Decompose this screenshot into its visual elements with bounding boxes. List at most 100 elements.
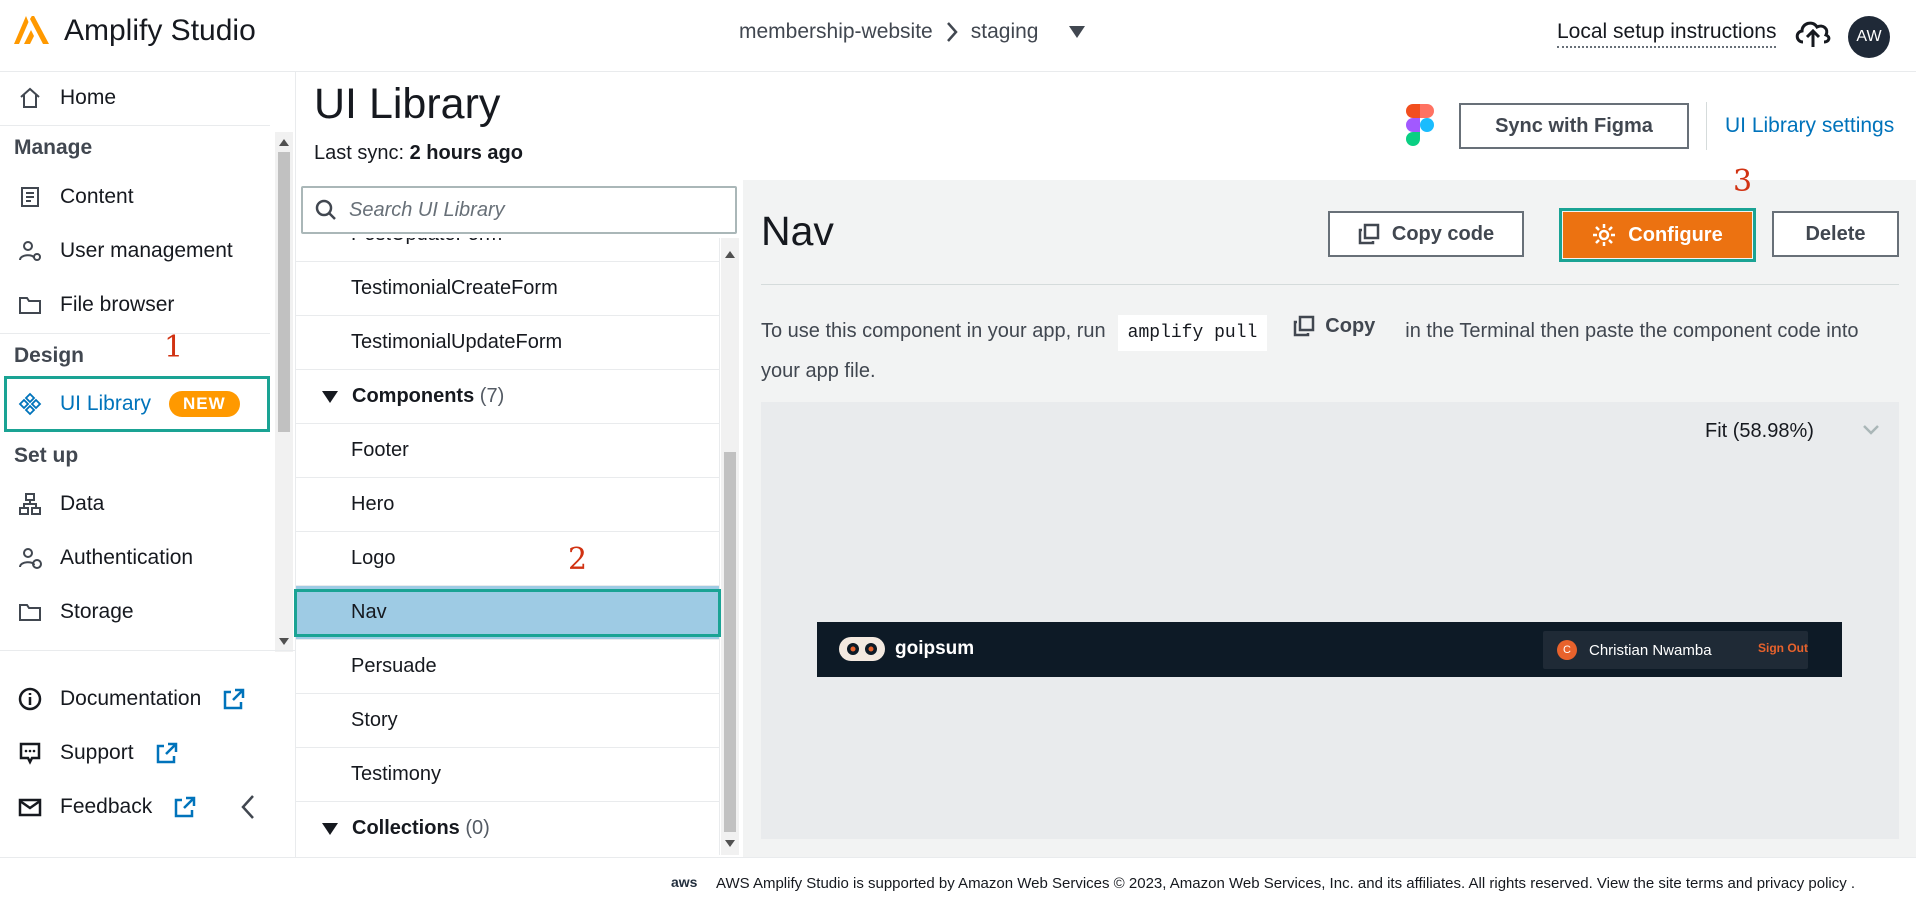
list-item-label: TestimonialCreateForm <box>351 277 558 299</box>
sidebar-link-feedback[interactable]: Feedback <box>0 787 270 827</box>
list-item[interactable]: Logo <box>296 532 719 586</box>
component-preview <box>761 402 1899 839</box>
sync-with-figma-button[interactable]: Sync with Figma <box>1459 103 1689 149</box>
ui-library-icon <box>18 392 42 416</box>
app-title: Amplify Studio <box>64 14 256 47</box>
content-icon <box>21 187 39 207</box>
annotation-1: 1 <box>164 330 184 365</box>
list-item[interactable]: Footer <box>296 424 719 478</box>
new-badge: NEW <box>169 391 240 417</box>
group-count: (0) <box>465 817 490 839</box>
list-item[interactable]: Persuade <box>296 640 719 694</box>
search-icon <box>315 199 336 220</box>
sidebar-item-label: Support <box>60 741 134 764</box>
sidebar: Home Manage Content User management File… <box>0 72 296 857</box>
scrollbar-thumb[interactable] <box>278 152 290 432</box>
search-input[interactable]: Search UI Library <box>301 186 737 234</box>
breadcrumb-environment[interactable]: staging <box>971 20 1039 44</box>
list-item-label: TestimonialUpdateForm <box>351 331 563 353</box>
divider <box>1706 102 1707 150</box>
list-item-label: Story <box>351 709 398 731</box>
sidebar-item-label: UI Library <box>60 392 152 415</box>
caret-down-icon[interactable] <box>1068 25 1086 39</box>
chevron-down-icon[interactable] <box>1862 424 1880 436</box>
sidebar-item-label: Authentication <box>60 546 194 569</box>
list-item[interactable]: Story <box>296 694 719 748</box>
ui-library-settings-link[interactable]: UI Library settings <box>1725 114 1894 138</box>
sidebar-item-file-browser[interactable]: File browser <box>0 285 270 325</box>
group-collections[interactable]: Collections (0) <box>296 802 719 855</box>
collapse-sidebar-icon[interactable] <box>240 794 256 820</box>
sidebar-item-content[interactable]: Content <box>0 177 270 217</box>
amplify-logo-icon <box>14 16 49 44</box>
zoom-select[interactable]: Fit (58.98%) <box>1705 420 1814 443</box>
delete-button[interactable]: Delete <box>1772 211 1899 257</box>
copy-code-button[interactable]: Copy code <box>1328 211 1524 257</box>
list-item-label: Hero <box>351 493 395 515</box>
support-icon <box>19 742 41 765</box>
home-icon <box>20 87 40 108</box>
last-sync-label: Last sync: <box>314 142 405 164</box>
sidebar-item-label: Feedback <box>60 795 153 818</box>
section-setup: Set up <box>14 444 79 467</box>
divider <box>0 125 270 126</box>
external-link-icon <box>224 688 245 710</box>
button-label: Configure <box>1628 223 1723 246</box>
external-link-icon <box>156 742 177 764</box>
sidebar-item-data[interactable]: Data <box>0 484 270 524</box>
preview-user-avatar: C <box>1557 640 1577 660</box>
breadcrumb-project[interactable]: membership-website <box>739 20 933 44</box>
sidebar-item-label: Data <box>60 492 105 515</box>
avatar[interactable]: AW <box>1848 16 1890 58</box>
group-components[interactable]: Components (7) <box>296 370 719 424</box>
local-setup-link[interactable]: Local setup instructions <box>1557 20 1777 48</box>
brand[interactable]: Amplify Studio <box>14 14 256 48</box>
list-item[interactable]: TestimonialUpdateForm <box>296 316 719 370</box>
copy-command-button[interactable]: Copy <box>1293 306 1375 346</box>
component-title: Nav <box>761 208 834 254</box>
chevron-right-icon <box>946 22 958 42</box>
nav-component-preview: goipsum C Christian Nwamba Sign Out <box>817 622 1842 677</box>
button-label: Copy code <box>1391 222 1495 245</box>
sidebar-item-ui-library[interactable]: UI Library NEW <box>0 384 270 424</box>
info-icon <box>18 687 42 711</box>
instructions-text: To use this component in your app, run <box>761 320 1106 342</box>
folder-icon <box>19 297 41 314</box>
sidebar-link-documentation[interactable]: Documentation <box>0 679 270 719</box>
configure-button[interactable]: Configure <box>1563 212 1752 258</box>
aws-logo: aws <box>671 874 698 890</box>
last-sync: Last sync: 2 hours ago <box>314 142 523 165</box>
sidebar-item-home[interactable]: Home <box>0 78 270 118</box>
list-item-label: Logo <box>351 547 396 569</box>
footer: aws AWS Amplify Studio is supported by A… <box>0 857 1916 905</box>
sidebar-item-storage[interactable]: Storage <box>0 592 270 632</box>
group-label: Collections <box>352 817 460 839</box>
top-bar: Amplify Studio membership-website stagin… <box>0 0 1916 72</box>
scroll-down-icon[interactable] <box>725 840 735 848</box>
sidebar-item-authentication[interactable]: Authentication <box>0 538 270 578</box>
folder-icon <box>19 604 41 621</box>
sidebar-item-label: File browser <box>60 293 175 316</box>
scroll-down-icon[interactable] <box>279 638 289 646</box>
cloud-upload-icon[interactable] <box>1793 16 1833 50</box>
sidebar-scrollbar[interactable] <box>275 132 293 652</box>
gear-icon <box>1593 224 1616 246</box>
list-item[interactable]: TestimonialCreateForm <box>296 262 719 316</box>
list-item[interactable]: Hero <box>296 478 719 532</box>
list-item[interactable]: PostUpdateForm <box>296 238 719 262</box>
scrollbar-thumb[interactable] <box>724 452 736 832</box>
sidebar-item-user-management[interactable]: User management <box>0 231 270 271</box>
list-item-label: Testimony <box>351 763 442 785</box>
scroll-up-icon[interactable] <box>279 138 289 146</box>
sidebar-item-label: Documentation <box>60 687 202 710</box>
list-scrollbar[interactable] <box>721 238 739 855</box>
list-item[interactable]: Testimony <box>296 748 719 802</box>
mail-icon <box>18 798 42 817</box>
sidebar-item-label: Home <box>60 86 117 109</box>
sidebar-item-label: User management <box>60 239 233 262</box>
user-gear-icon <box>19 241 41 261</box>
copy-icon <box>1294 315 1315 337</box>
sidebar-link-support[interactable]: Support <box>0 733 270 773</box>
highlight-box <box>294 589 721 637</box>
scroll-up-icon[interactable] <box>725 250 735 258</box>
